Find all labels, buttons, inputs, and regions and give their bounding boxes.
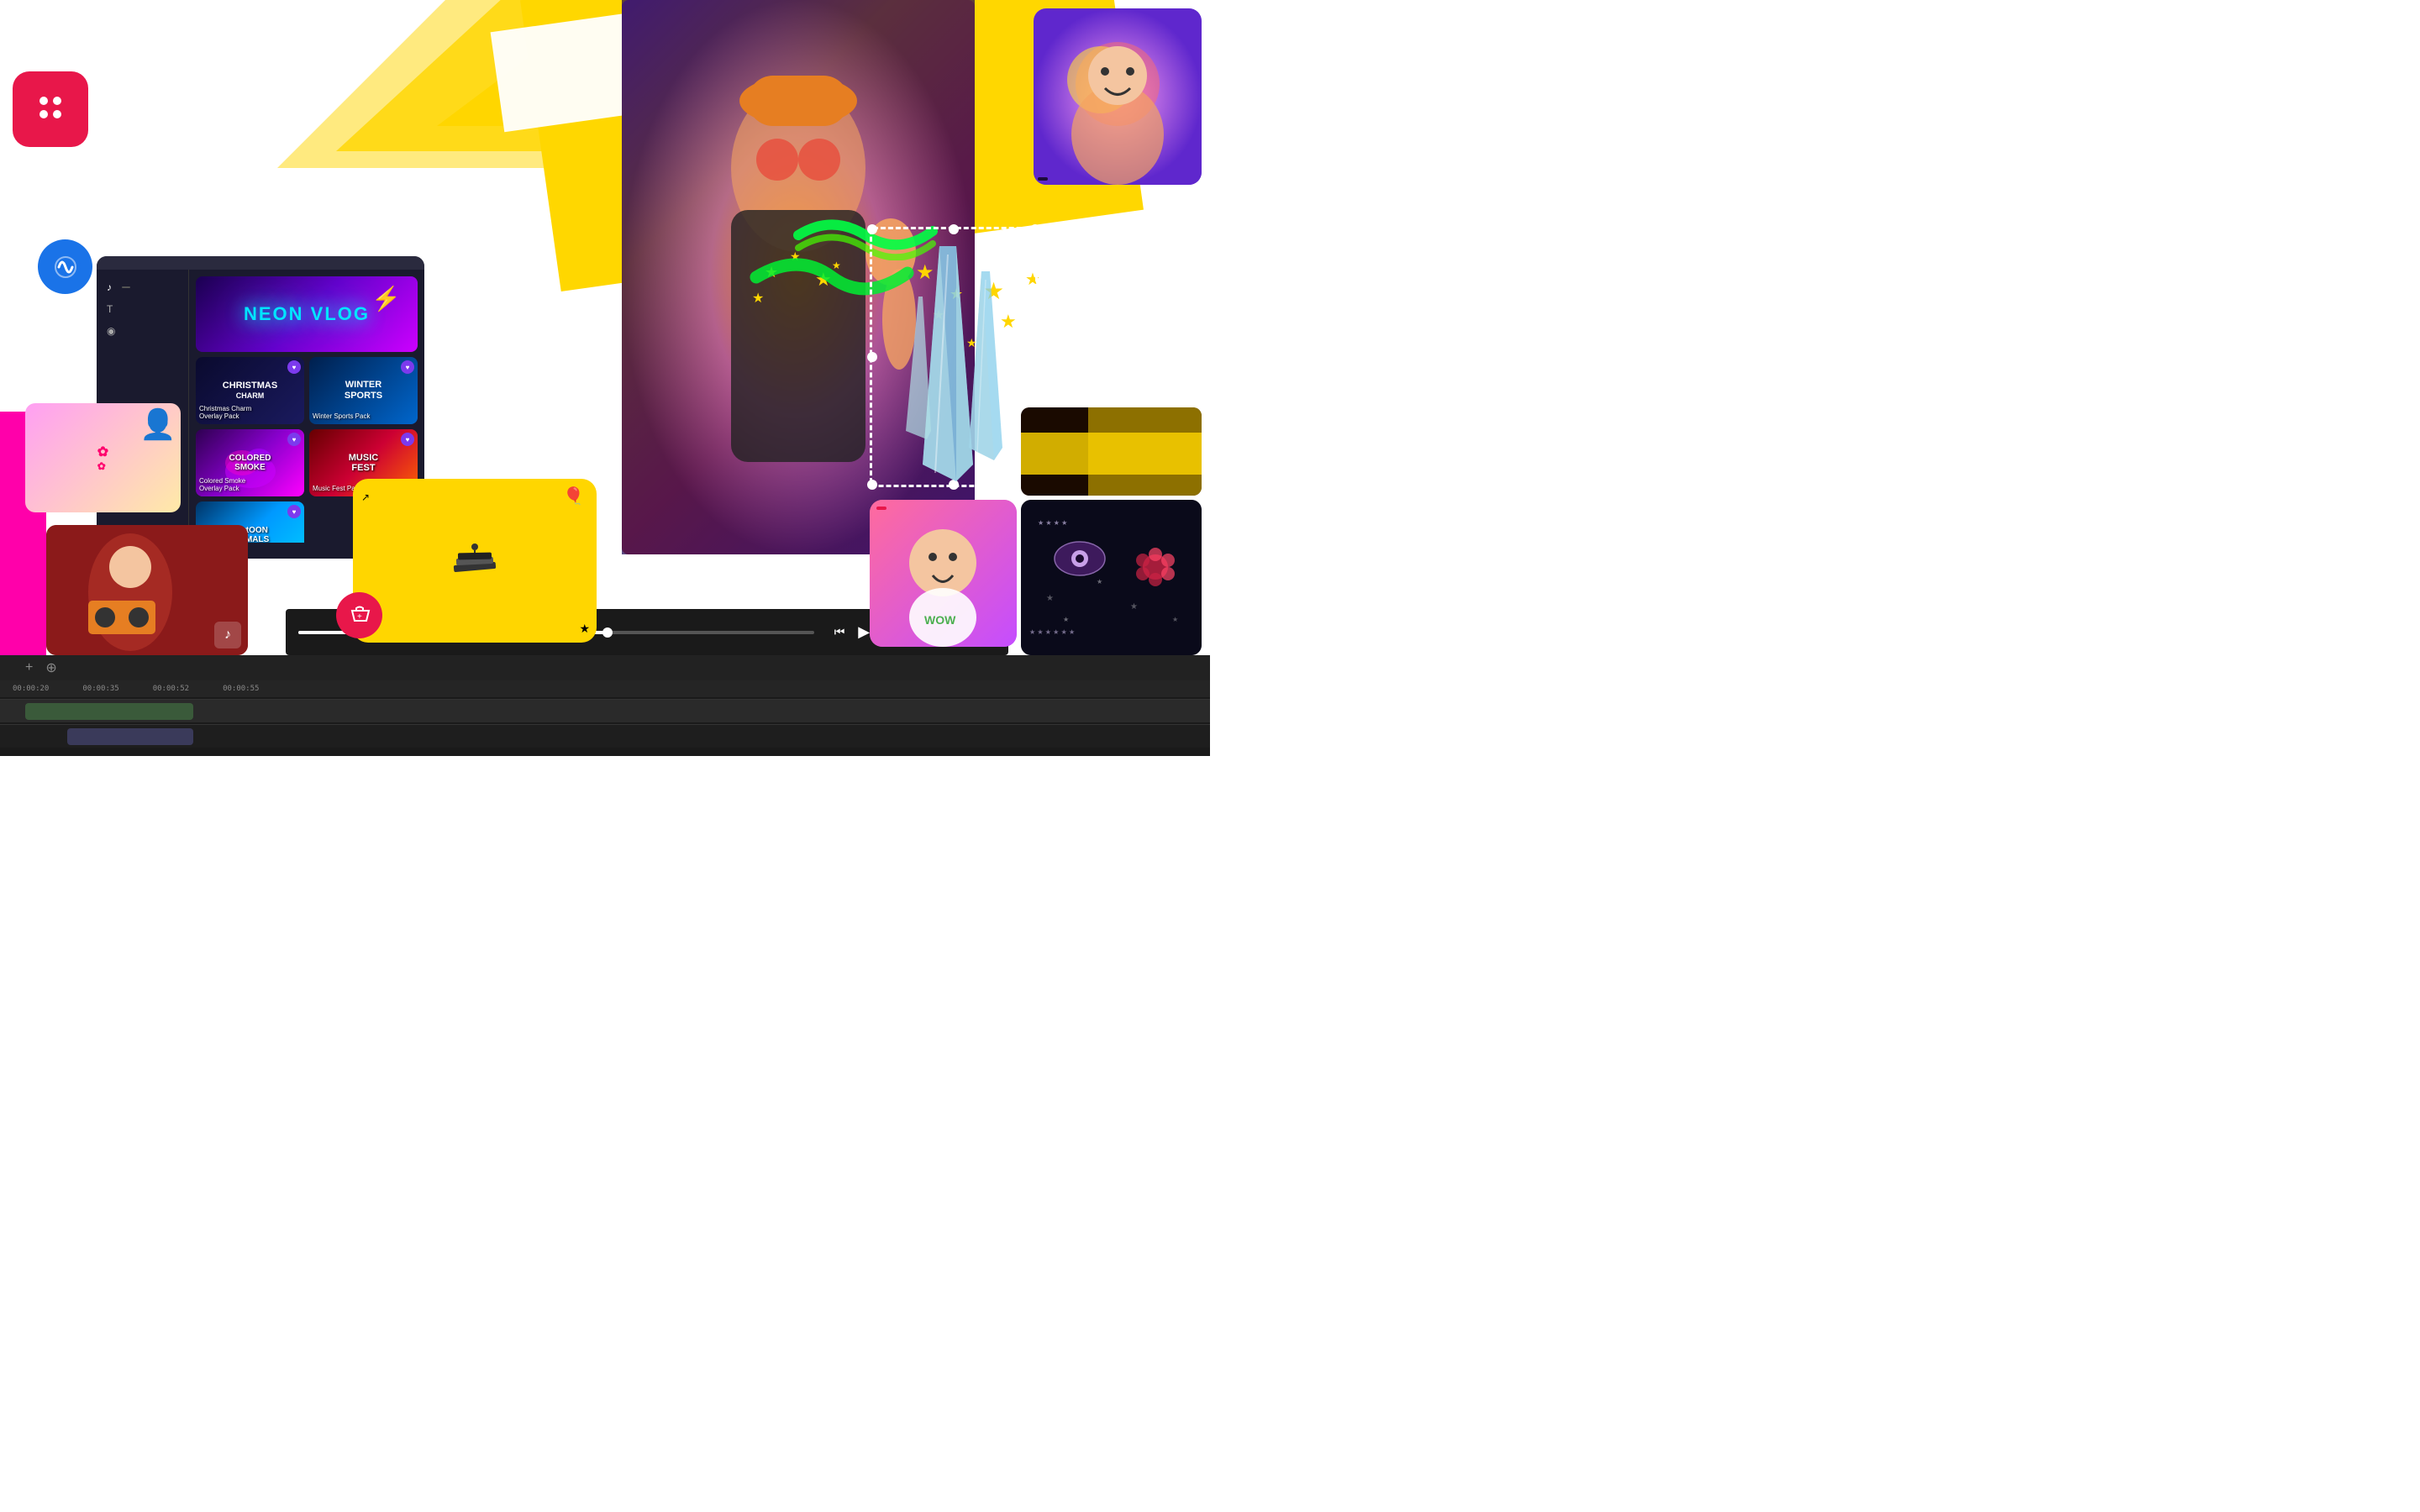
timeline-ruler: 00:00:20 00:00:35 00:00:52 00:00:55 — [0, 680, 1210, 697]
timeline-track-2[interactable] — [0, 724, 1210, 748]
balloon-icon: 🎈 — [563, 486, 584, 507]
all-badge — [122, 286, 130, 288]
svg-text:★ ★ ★ ★: ★ ★ ★ ★ — [1038, 519, 1067, 527]
wow-kid-card[interactable]: WOW — [870, 500, 1017, 647]
progress-thumb[interactable] — [602, 627, 613, 638]
arrow-icon: ↗ — [361, 491, 370, 503]
retro-music-icon: ♪ — [214, 622, 241, 648]
add-to-cart-button[interactable]: + — [336, 592, 382, 638]
effect-card-neon-vlog[interactable]: NEON VLOG ⚡ — [196, 276, 418, 352]
sidebar-item-abstract[interactable]: T — [97, 298, 188, 320]
neon-bolt-icon: ⚡ — [371, 285, 401, 312]
ruler-mark-4: 00:00:55 — [223, 685, 259, 693]
ruler-mark-2: 00:00:35 — [82, 685, 118, 693]
book-club-card[interactable]: 🎈 ★ ↗ — [353, 479, 597, 643]
svg-text:★: ★ — [1130, 602, 1138, 612]
smoke-label: Colored SmokeOverlay Pack — [199, 477, 245, 493]
es-logo[interactable] — [13, 71, 88, 147]
fx-label-top-right — [1038, 177, 1048, 181]
svg-text:★: ★ — [1046, 594, 1054, 603]
tarot-crystals-card[interactable]: ★ ★ ★ ★ ★ ★ ★ ★ ★ ★ ★ ★ ★ ★ ★ ✦ ✦ ✦ ✦ ✦ — [1021, 500, 1202, 655]
christmas-label: Christmas CharmOverlay Pack — [199, 405, 251, 421]
music-icon: ♪ — [107, 281, 112, 293]
kpop-inner: ✿ ✿ 👤 — [89, 435, 117, 480]
circle-logo[interactable] — [38, 239, 92, 294]
music-note-icon: ♪ — [224, 627, 231, 643]
svg-text:+: + — [357, 612, 362, 622]
effect-card-christmas[interactable]: CHRISTMAS CHARM ♥ Christmas CharmOverlay… — [196, 357, 304, 424]
svg-text:★: ★ — [1097, 578, 1102, 585]
wishlist-icon-music[interactable]: ♥ — [401, 433, 414, 446]
wishlist-icon-smoke[interactable]: ♥ — [287, 433, 301, 446]
effect-card-colored-smoke[interactable]: ♥ Colored SmokeOverlay Pack COLOREDSMOKE — [196, 429, 304, 496]
sidebar-item-cinematic[interactable]: ◉ — [97, 320, 188, 342]
svg-text:★: ★ — [1063, 616, 1069, 623]
logo-dots — [39, 97, 61, 118]
kpop-card[interactable]: ✿ ✿ 👤 — [25, 403, 181, 512]
wishlist-icon-christmas[interactable]: ♥ — [287, 360, 301, 374]
wishlist-icon-cartoon[interactable]: ♥ — [287, 505, 301, 518]
timeline-track-1[interactable] — [0, 699, 1210, 722]
retro-style-card[interactable]: ♪ — [46, 525, 248, 655]
fx-badge-wow — [876, 507, 886, 510]
rewind-button[interactable]: ⏮ — [831, 623, 849, 641]
svg-text:★: ★ — [1172, 616, 1178, 623]
timeline-area: + ⊕ 00:00:20 00:00:35 00:00:52 00:00:55 — [0, 655, 1210, 756]
photo-card-inner — [1034, 8, 1202, 185]
svg-text:★ ★ ★ ★ ★ ★: ★ ★ ★ ★ ★ ★ — [1029, 628, 1075, 636]
zoom-button[interactable]: ⊕ — [45, 659, 56, 676]
neon-vlog-title: NEON VLOG — [244, 303, 370, 325]
text-icon: T — [107, 303, 113, 315]
effects-panel-header — [97, 256, 424, 270]
ruler-mark-3: 00:00:52 — [153, 685, 189, 693]
selection-box[interactable] — [870, 227, 1038, 487]
graffiti-card[interactable] — [1021, 407, 1202, 496]
effect-card-winter[interactable]: WINTERSPORTS ♥ Winter Sports Pack — [309, 357, 418, 424]
add-track-button[interactable]: + — [25, 660, 33, 675]
winter-label: Winter Sports Pack — [313, 412, 370, 421]
sidebar-item-all[interactable]: ♪ — [97, 276, 188, 298]
film-icon: ◉ — [107, 325, 115, 337]
timeline-header: + ⊕ — [0, 655, 1210, 680]
svg-text:WOW: WOW — [924, 613, 956, 627]
wishlist-icon-winter[interactable]: ♥ — [401, 360, 414, 374]
ruler-mark-1: 00:00:20 — [13, 685, 49, 693]
book-stack-icon — [450, 543, 500, 583]
star-decoration: ★ — [579, 622, 590, 636]
top-right-photo-card — [1034, 8, 1202, 185]
